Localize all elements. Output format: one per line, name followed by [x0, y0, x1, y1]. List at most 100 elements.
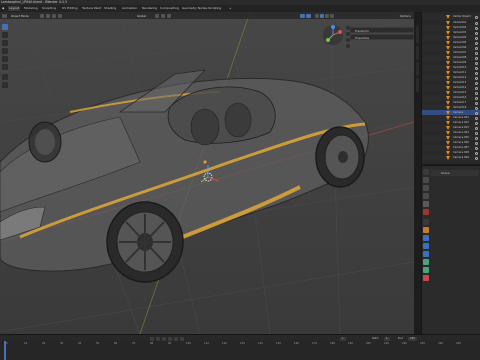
mode-selector[interactable]: Object Mode: [9, 13, 31, 18]
select-menu-icon[interactable]: [46, 13, 50, 18]
end-frame-label: End: [398, 336, 403, 340]
tick-label: 10: [24, 342, 28, 345]
tab-shading[interactable]: Shading: [104, 6, 116, 11]
options-dropdown[interactable]: Options: [398, 13, 413, 18]
navigation-gizmo[interactable]: [322, 24, 344, 46]
constraints-tab-icon[interactable]: [423, 259, 429, 265]
tick-label: 200: [366, 342, 371, 345]
add-menu-icon[interactable]: [52, 13, 56, 18]
scale-tool-icon[interactable]: [2, 56, 8, 62]
shading-wireframe-icon[interactable]: [315, 13, 319, 18]
collection-tab-icon[interactable]: [423, 219, 429, 225]
outliner-panel[interactable]: Vertex Object Vertex001 Vertex002 Vertex…: [421, 12, 480, 164]
pivot-icon[interactable]: [155, 13, 159, 18]
rotate-tool-icon[interactable]: [2, 48, 8, 54]
tab-modeling[interactable]: Modeling: [24, 6, 38, 11]
tool-tab-icon[interactable]: [423, 169, 429, 175]
tick-label: 120: [222, 342, 227, 345]
snap-icon[interactable]: [161, 13, 165, 18]
cursor-tool-icon[interactable]: [2, 32, 8, 38]
annotate-tool-icon[interactable]: [2, 74, 8, 80]
select-tool-icon[interactable]: [2, 24, 8, 30]
properties-editor[interactable]: Scene: [421, 165, 480, 335]
measure-tool-icon[interactable]: [2, 82, 8, 88]
material-tab-icon[interactable]: [423, 275, 429, 281]
tab-rendering[interactable]: Rendering: [142, 6, 157, 11]
tick-label: 30: [60, 342, 64, 345]
tab-geometry-nodes[interactable]: Geometry Nodes: [182, 6, 207, 11]
end-frame-field[interactable]: 250: [408, 336, 417, 341]
physics-tab-icon[interactable]: [423, 251, 429, 257]
tick-label: 60: [114, 342, 118, 345]
origin-marker: [203, 160, 207, 164]
tick-label: 220: [402, 342, 407, 345]
timeline-ruler[interactable]: 0 10 20 30 40 50 60 70 80 90 100 110 120…: [0, 341, 480, 360]
tab-scripting[interactable]: Scripting: [208, 6, 221, 11]
transform-orientation-selector[interactable]: Global: [135, 13, 148, 18]
tick-label: 40: [78, 342, 82, 345]
outliner-row[interactable]: Camera.009: [422, 155, 480, 161]
jump-start-icon[interactable]: [150, 336, 154, 341]
side-tab-view[interactable]: [416, 62, 419, 76]
tick-label: 70: [132, 342, 136, 345]
add-workspace-icon[interactable]: +: [229, 6, 232, 11]
play-icon[interactable]: [168, 336, 172, 341]
tab-texture-paint[interactable]: Texture Paint: [82, 6, 101, 11]
tick-label: 240: [438, 342, 443, 345]
tick-label: 140: [258, 342, 263, 345]
perspective-toggle-icon[interactable]: [346, 44, 350, 48]
world-tab-icon[interactable]: [423, 209, 429, 215]
tick-label: 0: [6, 342, 8, 345]
blender-logo-icon[interactable]: ◆: [2, 6, 4, 11]
jump-end-icon[interactable]: [180, 336, 184, 341]
transform-tool-icon[interactable]: [2, 64, 8, 70]
shading-rendered-icon[interactable]: [330, 13, 334, 18]
render-tab-icon[interactable]: [423, 177, 429, 183]
view-layer-tab-icon[interactable]: [423, 193, 429, 199]
tick-label: 150: [276, 342, 281, 345]
xray-toggle-icon[interactable]: [306, 13, 311, 18]
next-keyframe-icon[interactable]: [174, 336, 178, 341]
side-tab-edit[interactable]: [416, 78, 419, 92]
side-tab-tool[interactable]: [416, 46, 419, 60]
particles-tab-icon[interactable]: [423, 243, 429, 249]
properties-panel-header[interactable]: Properties: [350, 34, 414, 40]
tick-label: 130: [240, 342, 245, 345]
proportional-edit-icon[interactable]: [167, 13, 171, 18]
shading-solid-icon[interactable]: [320, 13, 324, 18]
output-tab-icon[interactable]: [423, 185, 429, 191]
side-tab-item[interactable]: [416, 26, 419, 44]
start-frame-field[interactable]: 1: [384, 336, 390, 341]
editor-type-icon[interactable]: [2, 13, 7, 18]
tick-label: 50: [96, 342, 100, 345]
overlay-toggle-icon[interactable]: [300, 13, 305, 18]
scene-tab-icon[interactable]: [423, 201, 429, 207]
play-reverse-icon[interactable]: [162, 336, 166, 341]
properties-header: [431, 170, 479, 176]
tab-sculpting[interactable]: Sculpting: [42, 6, 56, 11]
viewport-scene: [0, 12, 414, 334]
left-front-wheel: [28, 121, 62, 163]
tab-animation[interactable]: Animation: [122, 6, 137, 11]
tab-uv-editing[interactable]: UV Editing: [62, 6, 78, 11]
current-frame-field[interactable]: 1: [340, 336, 346, 341]
tab-compositing[interactable]: Compositing: [160, 6, 179, 11]
3d-viewport[interactable]: [0, 12, 414, 334]
tick-label: 160: [294, 342, 299, 345]
move-tool-icon[interactable]: [2, 40, 8, 46]
modifier-tab-icon[interactable]: [423, 235, 429, 241]
tick-label: 190: [348, 342, 353, 345]
data-tab-icon[interactable]: [423, 267, 429, 273]
view-menu-icon[interactable]: [40, 13, 44, 18]
shading-material-icon[interactable]: [325, 13, 329, 18]
viewport-header: Object Mode Global Options: [0, 12, 414, 19]
object-tab-icon[interactable]: [423, 227, 429, 233]
tab-layout[interactable]: Layout: [8, 6, 21, 11]
tick-label: 250: [456, 342, 461, 345]
tick-label: 20: [42, 342, 46, 345]
prev-keyframe-icon[interactable]: [156, 336, 160, 341]
front-wheel: [106, 201, 184, 283]
tick-label: 180: [330, 342, 335, 345]
transform-panel-header[interactable]: Transform: [350, 27, 414, 33]
object-menu-icon[interactable]: [58, 13, 62, 18]
